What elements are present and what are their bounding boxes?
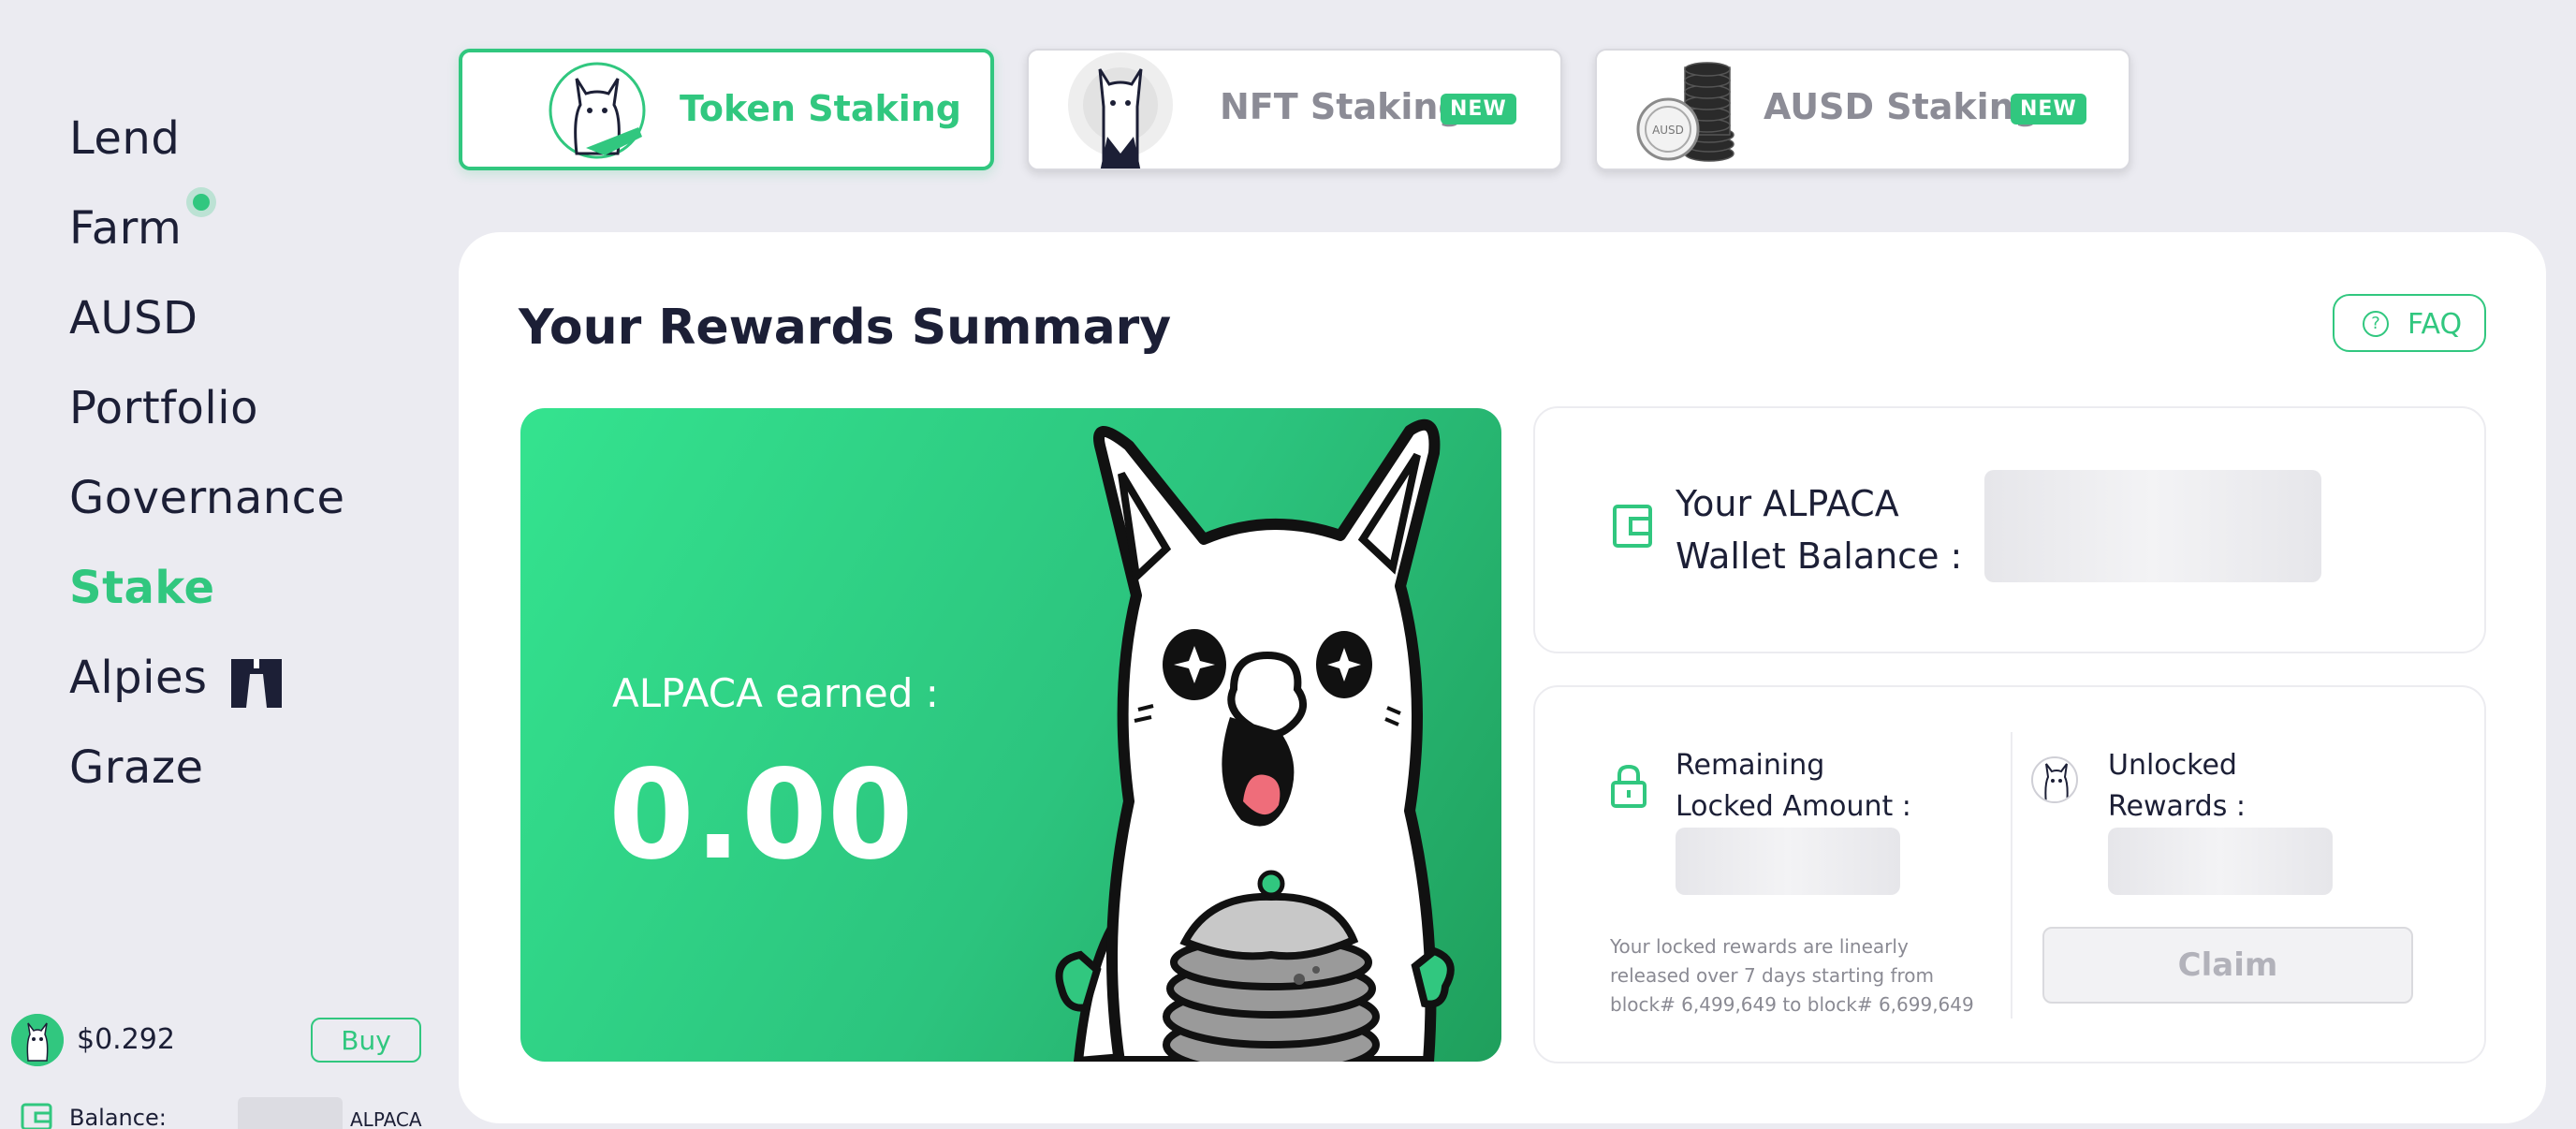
sidebar-item-farm[interactable]: Farm bbox=[69, 202, 182, 255]
wallet-icon bbox=[21, 1103, 52, 1129]
sidebar-item-graze[interactable]: Graze bbox=[69, 741, 204, 794]
sidebar: Lend Farm AUSD Portfolio Governance Stak… bbox=[0, 0, 440, 1129]
sidebar-item-alpies[interactable]: Alpies bbox=[69, 652, 208, 704]
alpaca-token-icon bbox=[11, 1014, 64, 1066]
token-price: $0.292 bbox=[77, 1023, 175, 1056]
wallet-balance-label: Your ALPACA Wallet Balance : bbox=[1676, 483, 1963, 577]
sidebar-item-portfolio[interactable]: Portfolio bbox=[69, 382, 258, 434]
locked-rewards-card: Remaining Locked Amount : Your locked re… bbox=[1533, 685, 2486, 1063]
alpaca-token-icon bbox=[549, 62, 646, 159]
tab-ausd-staking[interactable]: AUSD AUSD Staking NEW bbox=[1595, 49, 2130, 170]
sidebar-item-lend[interactable]: Lend bbox=[69, 112, 180, 165]
new-badge: NEW bbox=[2011, 94, 2086, 125]
alpies-icon bbox=[231, 659, 282, 708]
farm-notification-dot-icon bbox=[186, 187, 216, 217]
faq-label: FAQ bbox=[2408, 308, 2463, 341]
wallet-balance-loading-placeholder bbox=[1984, 470, 2321, 582]
balance-label: Balance: bbox=[69, 1105, 167, 1129]
unlocked-rewards-label: Unlocked Rewards : bbox=[2108, 749, 2246, 823]
locked-rewards-note: Your locked rewards are linearly release… bbox=[1610, 935, 1974, 1016]
balance-row: Balance: ALPACA bbox=[11, 1095, 432, 1129]
remaining-locked-label: Remaining Locked Amount : bbox=[1676, 749, 1911, 823]
alpaca-avatar-icon bbox=[2031, 756, 2078, 803]
alpaca-mascot-illustration bbox=[1055, 418, 1455, 1062]
alpaca-earned-card: ALPACA earned : 0.00 bbox=[520, 408, 1501, 1062]
wallet-icon bbox=[1613, 505, 1652, 548]
claim-button[interactable]: Claim bbox=[2042, 927, 2413, 1004]
rewards-summary-panel: Your Rewards Summary ? FAQ ALPACA earned… bbox=[459, 232, 2546, 1123]
tab-ausd-staking-label: AUSD Staking bbox=[1764, 86, 2040, 127]
coin-stack-icon: AUSD bbox=[1636, 62, 1734, 162]
wallet-balance-card: Your ALPACA Wallet Balance : bbox=[1533, 406, 2486, 653]
faq-button[interactable]: ? FAQ bbox=[2333, 294, 2486, 352]
alpaca-earned-value: 0.00 bbox=[608, 743, 914, 887]
lock-icon bbox=[1611, 764, 1647, 808]
tab-token-staking-label: Token Staking bbox=[680, 88, 962, 129]
divider bbox=[2011, 732, 2012, 1019]
unlocked-rewards-loading-placeholder bbox=[2108, 828, 2333, 895]
svg-text:AUSD: AUSD bbox=[1652, 124, 1684, 137]
balance-unit: ALPACA bbox=[350, 1108, 422, 1129]
sidebar-item-stake[interactable]: Stake bbox=[69, 562, 215, 614]
buy-button[interactable]: Buy bbox=[311, 1018, 421, 1063]
locked-amount-loading-placeholder bbox=[1676, 828, 1900, 895]
token-price-row: $0.292 Buy bbox=[11, 1014, 423, 1066]
balance-loading-placeholder bbox=[238, 1097, 343, 1129]
alpaca-earned-label: ALPACA earned : bbox=[612, 670, 939, 716]
page-title: Your Rewards Summary bbox=[519, 300, 1172, 356]
tab-token-staking[interactable]: Token Staking bbox=[459, 49, 994, 170]
tab-nft-staking[interactable]: NFT Staking NEW bbox=[1027, 49, 1562, 170]
sidebar-item-ausd[interactable]: AUSD bbox=[69, 292, 198, 345]
alpaca-suit-icon bbox=[1068, 52, 1173, 169]
new-badge: NEW bbox=[1441, 94, 1516, 125]
tab-nft-staking-label: NFT Staking bbox=[1220, 86, 1464, 127]
sidebar-item-governance[interactable]: Governance bbox=[69, 472, 345, 524]
question-circle-icon: ? bbox=[2363, 311, 2389, 337]
